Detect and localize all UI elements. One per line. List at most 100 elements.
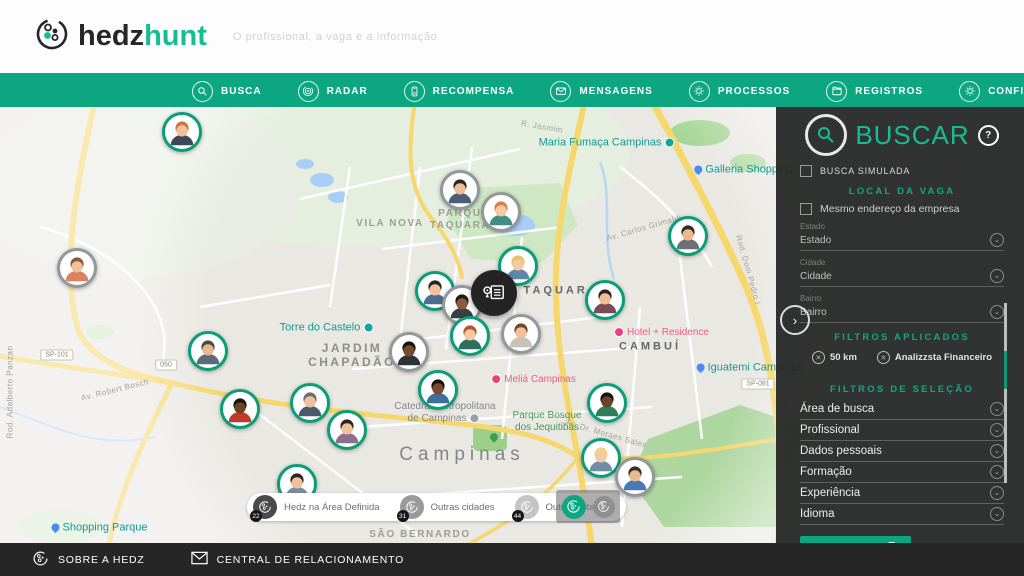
sidebar-scrollbar[interactable] <box>1004 303 1007 483</box>
nav-item-processos[interactable]: PROCESSOS <box>689 81 790 102</box>
nav-item-registros[interactable]: REGISTROS <box>826 81 923 102</box>
filter-group-dados-pessoais[interactable]: Dados pessoais ⌄ <box>800 441 1004 462</box>
hedz-marker-icon: 44 <box>515 495 539 519</box>
collapse-sidebar-button[interactable]: › <box>780 305 810 335</box>
footer-sobre-a-hedz[interactable]: SOBRE A HEDZ <box>32 550 145 570</box>
toggle-hedz-on-button[interactable] <box>562 495 586 519</box>
candidate-marker[interactable] <box>585 280 625 320</box>
filter-group-profissional[interactable]: Profissional ⌄ <box>800 420 1004 441</box>
checkbox-box[interactable] <box>800 165 812 177</box>
envelope-icon <box>191 551 208 568</box>
envelope-icon <box>550 81 571 102</box>
section-local-da-vaga: LOCAL DA VAGA <box>800 186 1004 197</box>
checkbox-mesmo-endereco[interactable]: Mesmo endereço da empresa <box>800 203 1004 215</box>
toggle-hedz-off-button[interactable] <box>593 496 615 518</box>
remove-filter-icon[interactable]: ✕ <box>812 351 825 364</box>
chevron-down-icon[interactable]: ⌄ <box>990 444 1004 458</box>
map-label: VILA NOVA <box>356 218 424 230</box>
legend-item-outras-cidades[interactable]: 31 Outras cidades <box>400 495 495 519</box>
filter-group-experiencia[interactable]: Experiência ⌄ <box>800 483 1004 504</box>
chevron-down-icon[interactable]: ⌄ <box>990 507 1004 521</box>
radar-icon <box>298 81 319 102</box>
map-label: JARDIM CHAPADÃO <box>308 341 396 369</box>
dot-teal-icon <box>363 323 373 333</box>
nav-item-configuracoes[interactable]: CONFIGURAÇÕES <box>959 81 1024 102</box>
chevron-down-icon[interactable]: ⌄ <box>990 402 1004 416</box>
dot-pink-icon <box>491 374 501 384</box>
candidate-marker[interactable] <box>440 170 480 210</box>
candidate-marker[interactable] <box>57 248 97 288</box>
filter-group-idioma[interactable]: Idioma ⌄ <box>800 504 1004 525</box>
remove-filter-icon[interactable]: ✕ <box>877 351 890 364</box>
checkbox-busca-simulada[interactable]: BUSCA SIMULADA <box>800 165 1004 177</box>
select-estado[interactable]: Estado Estado ⌄ <box>800 222 1004 251</box>
chevron-down-icon[interactable]: ⌄ <box>990 423 1004 437</box>
map-label: Parque Bosque dos Jequitibás <box>513 410 582 434</box>
candidate-marker[interactable] <box>501 314 541 354</box>
nav-item-mensagens[interactable]: MENSAGENS <box>550 81 652 102</box>
hedzhunt-logo-icon <box>34 16 70 57</box>
poi-gray-icon <box>469 413 479 423</box>
search-sidebar: BUSCAR ? BUSCA SIMULADA LOCAL DA VAGA Me… <box>776 107 1024 543</box>
candidate-marker[interactable] <box>389 332 429 372</box>
candidate-marker[interactable] <box>418 370 458 410</box>
pin-card-icon <box>481 280 507 306</box>
chevron-down-icon[interactable]: ⌄ <box>990 465 1004 479</box>
sidebar-help-button[interactable]: ? <box>978 125 999 146</box>
logo-word-hunt: hunt <box>144 20 207 52</box>
chevron-down-icon[interactable]: ⌄ <box>990 269 1004 283</box>
map-label: SÃO BERNARDO <box>369 529 470 541</box>
search-icon <box>805 114 847 156</box>
legend-count-badge: 44 <box>512 510 524 522</box>
map-label: Av. Robert Bosch <box>80 377 150 403</box>
scrollbar-thumb[interactable] <box>1004 351 1007 389</box>
footer-central-relacionamento[interactable]: CENTRAL DE RELACIONAMENTO <box>191 551 404 568</box>
hedz-marker-icon: 31 <box>400 495 424 519</box>
chevron-down-icon[interactable]: ⌄ <box>990 486 1004 500</box>
map-label: Meliá Campinas <box>488 374 576 386</box>
hedz-logo-icon <box>32 550 49 570</box>
nav-item-busca[interactable]: BUSCA <box>192 81 262 102</box>
road-shield: 050 <box>155 360 177 371</box>
filter-group-area-de-busca[interactable]: Área de busca ⌄ <box>800 399 1004 420</box>
candidate-marker[interactable] <box>615 457 655 497</box>
app-window: hedzhunt O profissional, a vaga e a info… <box>0 0 1024 576</box>
map-label: Torre do Castelo <box>280 322 377 335</box>
chevron-down-icon[interactable]: ⌄ <box>990 233 1004 247</box>
candidate-marker[interactable] <box>188 331 228 371</box>
applied-filter-cargo[interactable]: ✕ Analizzsta Financeiro <box>877 351 992 364</box>
marker-toggle-group <box>556 490 620 523</box>
map-label: Maria Fumaça Campinas <box>539 137 678 150</box>
applied-filter-radius[interactable]: ✕ 50 km <box>812 351 857 364</box>
candidate-marker[interactable] <box>220 389 260 429</box>
filter-group-formacao[interactable]: Formação ⌄ <box>800 462 1004 483</box>
nav-item-recompensa[interactable]: RECOMPENSA <box>404 81 515 102</box>
candidate-marker[interactable] <box>327 410 367 450</box>
nav-item-radar[interactable]: RADAR <box>298 81 368 102</box>
pin-blue-icon <box>693 164 704 175</box>
hedz-marker-icon: 22 <box>253 495 277 519</box>
sidebar-title: BUSCAR <box>855 120 969 151</box>
candidate-marker[interactable] <box>162 112 202 152</box>
checkbox-box[interactable] <box>800 203 812 215</box>
map-label: Campinas <box>399 444 525 466</box>
legend-count-badge: 31 <box>397 510 409 522</box>
logo-word-hedz: hedz <box>78 20 144 52</box>
legend-count-badge: 22 <box>250 510 262 522</box>
legend-item-area[interactable]: 22 Hedz na Área Definida <box>253 495 380 519</box>
map-label: Shopping Parque <box>48 522 147 535</box>
map-label: Hotel + Residence <box>611 327 709 339</box>
search-area-marker[interactable] <box>471 270 517 316</box>
candidate-marker[interactable] <box>481 192 521 232</box>
map-label: R. Jasmim <box>520 119 563 136</box>
chevron-down-icon[interactable]: ⌄ <box>990 305 1004 319</box>
candidate-marker[interactable] <box>290 383 330 423</box>
select-cidade[interactable]: Cidade Cidade ⌄ <box>800 258 1004 287</box>
candidate-marker[interactable] <box>587 383 627 423</box>
hedzhunt-logo[interactable]: hedzhunt <box>34 16 207 57</box>
select-bairro[interactable]: Bairro Bairro ⌄ <box>800 294 1004 323</box>
road-shield: SP-101 <box>40 350 73 361</box>
dot-pink-icon <box>614 327 624 337</box>
candidate-marker[interactable] <box>450 316 490 356</box>
candidate-marker[interactable] <box>668 216 708 256</box>
